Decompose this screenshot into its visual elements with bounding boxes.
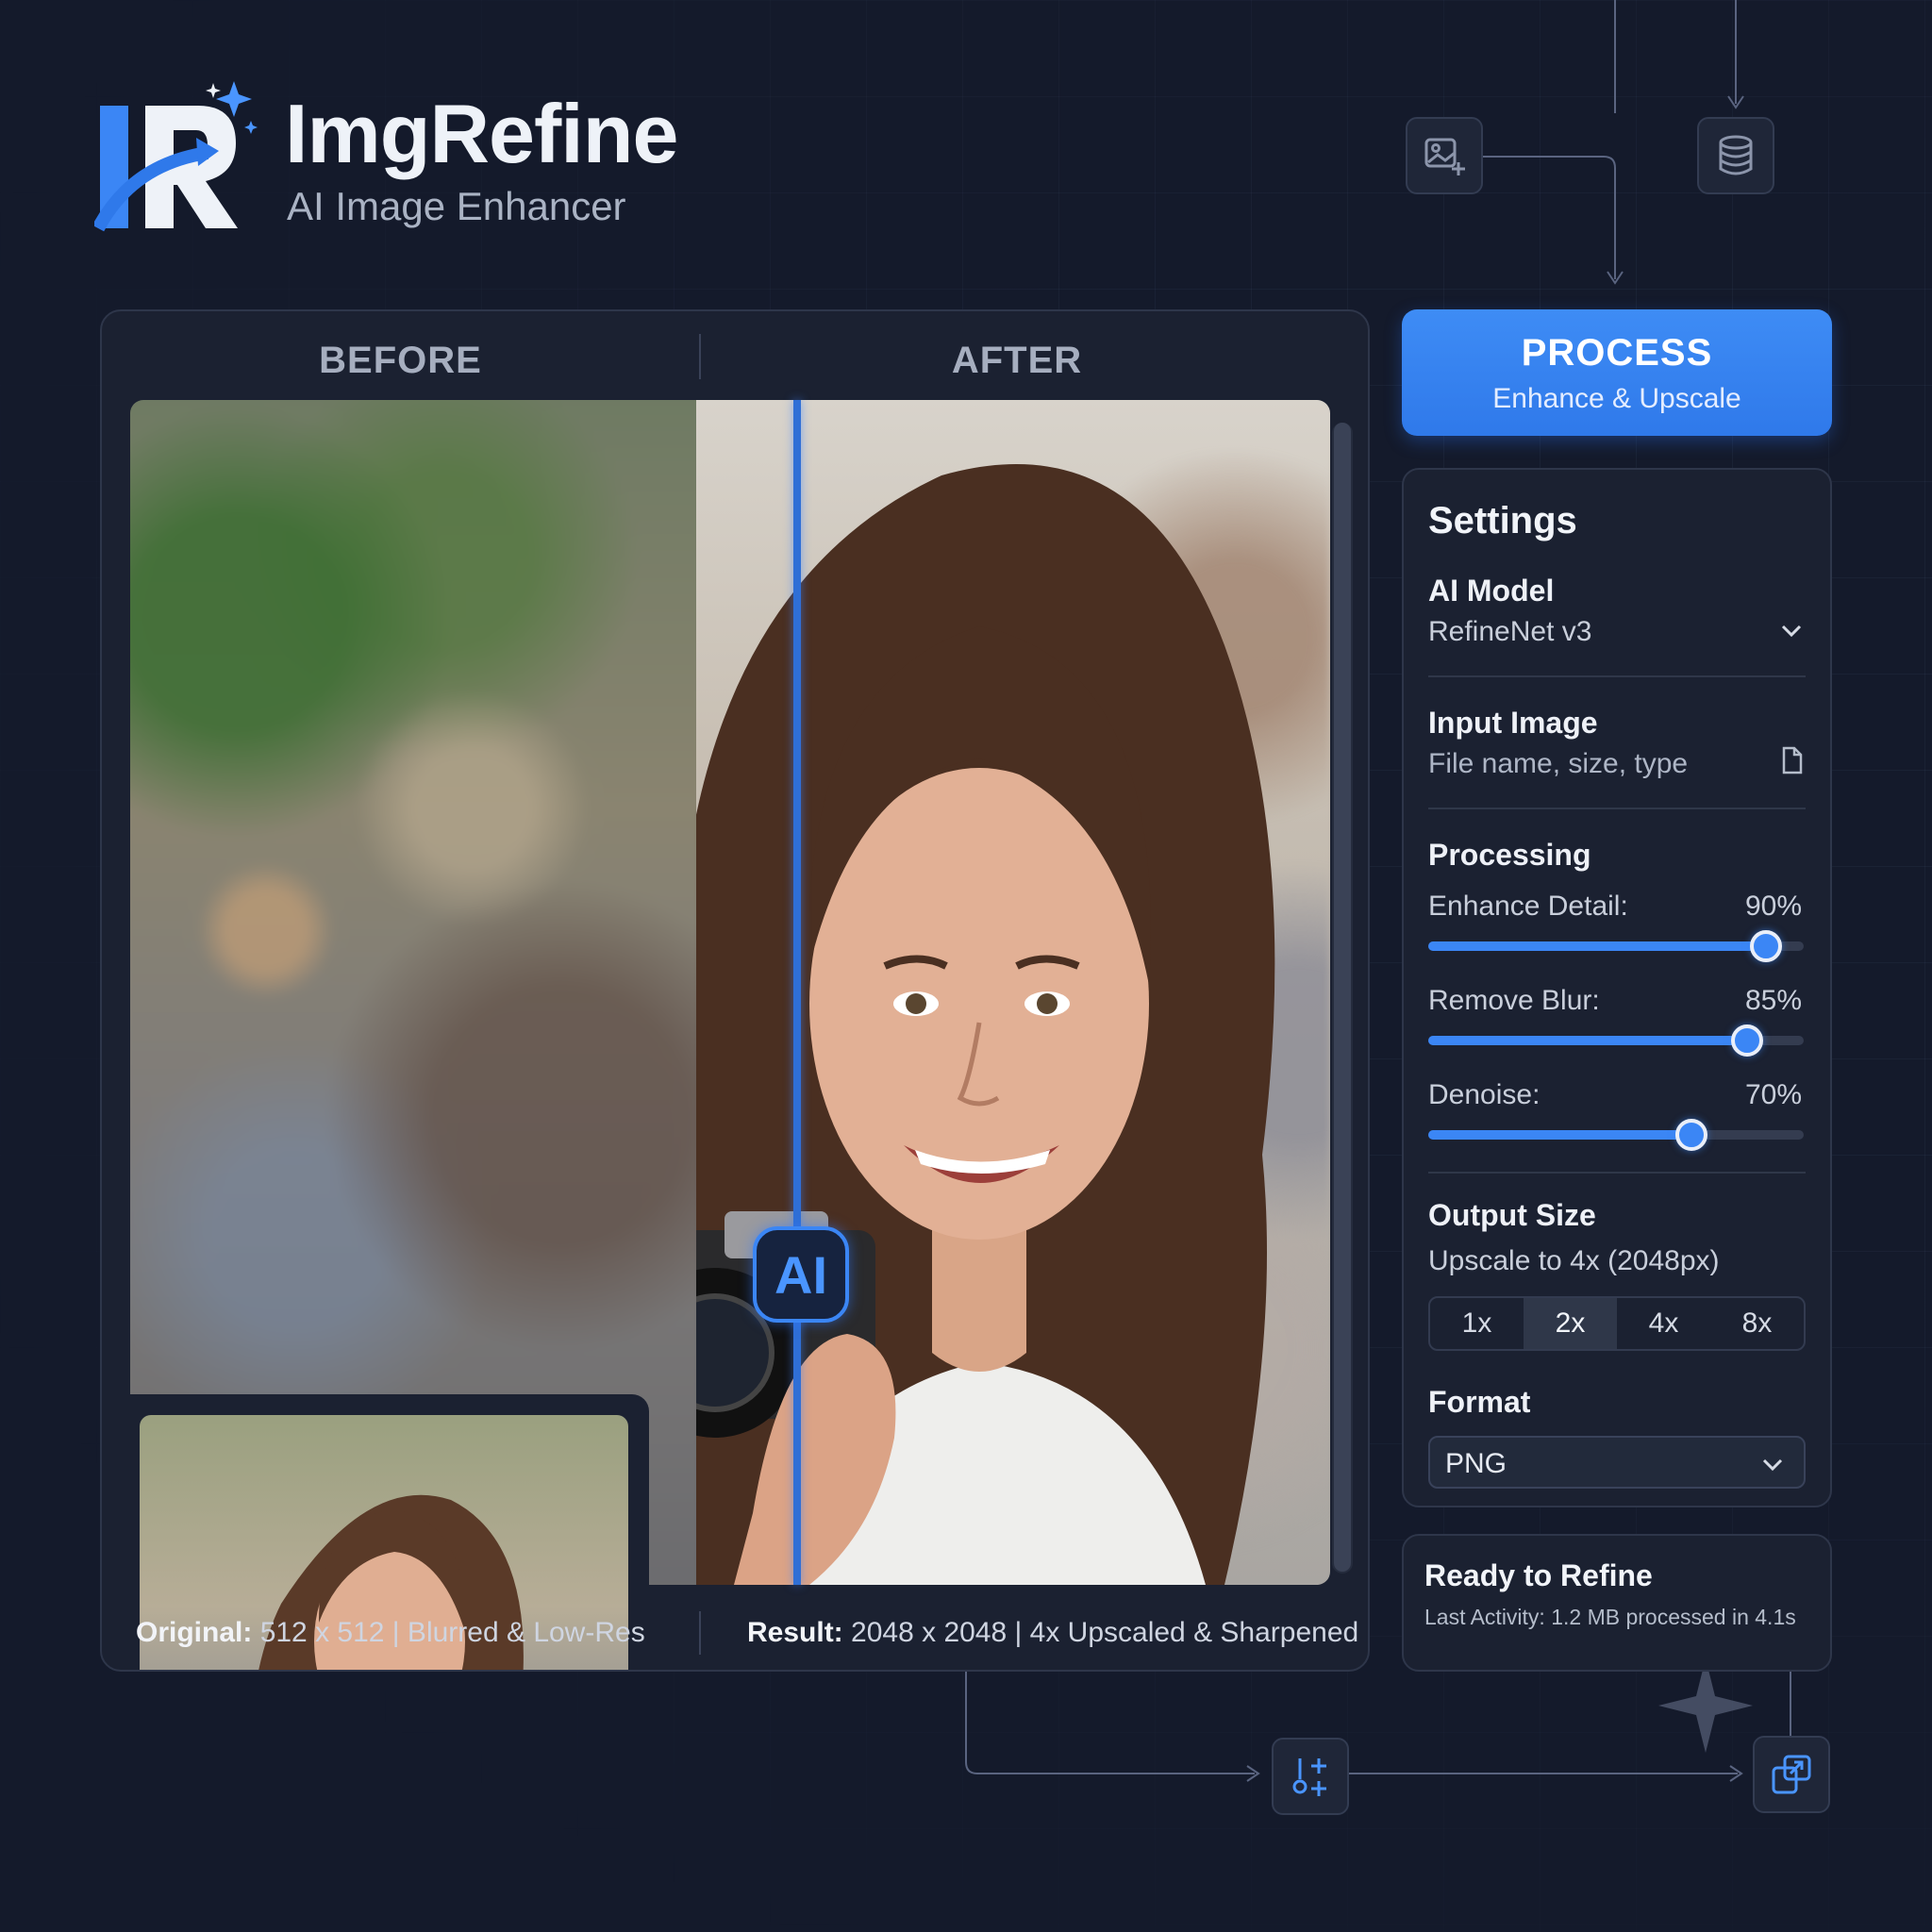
original-caption-text: 512 x 512 | Blurred & Low-Res bbox=[259, 1617, 645, 1648]
enhance-detail-slider[interactable] bbox=[1428, 930, 1804, 962]
process-button[interactable]: PROCESS Enhance & Upscale bbox=[1402, 309, 1832, 436]
export-icon bbox=[1772, 1755, 1811, 1794]
input-image-label: Input Image bbox=[1428, 706, 1598, 740]
adjust-icon bbox=[1292, 1758, 1326, 1796]
ai-model-select[interactable]: RefineNet v3 bbox=[1428, 613, 1806, 651]
app-subtitle: AI Image Enhancer bbox=[287, 184, 626, 228]
slider-fill bbox=[1428, 941, 1766, 951]
adjust-node[interactable] bbox=[1272, 1738, 1349, 1815]
result-caption-text: 2048 x 2048 | 4x Upscaled & Sharpened bbox=[851, 1617, 1359, 1648]
scale-option-1x[interactable]: 1x bbox=[1430, 1298, 1524, 1349]
result-caption: Result: 2048 x 2048 | 4x Upscaled & Shar… bbox=[747, 1619, 1358, 1647]
status-title: Ready to Refine bbox=[1424, 1558, 1653, 1592]
denoise-slider[interactable] bbox=[1428, 1119, 1804, 1151]
after-label: AFTER bbox=[951, 340, 1083, 381]
processing-label: Processing bbox=[1428, 838, 1591, 872]
remove-blur-slider[interactable] bbox=[1428, 1024, 1804, 1057]
denoise-value: 70% bbox=[1744, 1079, 1802, 1110]
scale-selector: 1x 2x 4x 8x bbox=[1428, 1296, 1806, 1351]
enhance-detail-value: 90% bbox=[1744, 891, 1802, 922]
export-node[interactable] bbox=[1753, 1736, 1830, 1813]
ai-model-value: RefineNet v3 bbox=[1428, 616, 1592, 647]
compare-panel: BEFORE AFTER AI Original: 512 x 512 | Bl… bbox=[100, 309, 1370, 1672]
sparkle-icon bbox=[1658, 1658, 1753, 1753]
after-image bbox=[696, 400, 1330, 1585]
slider-fill bbox=[1428, 1130, 1691, 1140]
database-icon bbox=[1719, 135, 1753, 175]
compare-divider-handle[interactable] bbox=[793, 400, 801, 1585]
slider-handle[interactable] bbox=[1731, 1024, 1763, 1057]
before-label: BEFORE bbox=[319, 340, 482, 381]
scrollbar-thumb[interactable] bbox=[1334, 423, 1351, 1572]
divider bbox=[1428, 1172, 1806, 1174]
divider bbox=[1428, 675, 1806, 677]
chevron-down-icon bbox=[1762, 1458, 1783, 1472]
slider-fill bbox=[1428, 1036, 1747, 1045]
portrait-illustration bbox=[696, 464, 1275, 1585]
scale-option-2x[interactable]: 2x bbox=[1524, 1298, 1617, 1349]
process-button-sublabel: Enhance & Upscale bbox=[1492, 383, 1741, 414]
image-add-node[interactable] bbox=[1406, 117, 1483, 194]
format-value: PNG bbox=[1445, 1448, 1507, 1479]
scale-option-4x[interactable]: 4x bbox=[1617, 1298, 1710, 1349]
input-image-field[interactable]: File name, size, type bbox=[1428, 745, 1806, 783]
divider bbox=[1428, 808, 1806, 809]
remove-blur-value: 85% bbox=[1744, 985, 1802, 1016]
status-detail: Last Activity: 1.2 MB processed in 4.1s bbox=[1424, 1605, 1796, 1629]
input-image-value: File name, size, type bbox=[1428, 748, 1689, 779]
result-caption-label: Result: bbox=[747, 1617, 843, 1648]
format-label: Format bbox=[1428, 1385, 1531, 1419]
ai-badge[interactable]: AI bbox=[753, 1226, 849, 1323]
original-caption: Original: 512 x 512 | Blurred & Low-Res bbox=[136, 1619, 645, 1647]
process-button-label: PROCESS bbox=[1521, 332, 1713, 374]
slider-handle[interactable] bbox=[1750, 930, 1782, 962]
status-card: Ready to Refine Last Activity: 1.2 MB pr… bbox=[1402, 1534, 1832, 1672]
file-icon bbox=[1782, 746, 1803, 774]
database-node[interactable] bbox=[1697, 117, 1774, 194]
scale-option-8x[interactable]: 8x bbox=[1710, 1298, 1804, 1349]
slider-handle[interactable] bbox=[1675, 1119, 1707, 1151]
app-title: ImgRefine bbox=[285, 87, 678, 180]
caption-divider bbox=[699, 1611, 701, 1655]
logo-icon bbox=[94, 81, 258, 232]
output-size-label: Output Size bbox=[1428, 1198, 1596, 1232]
format-select[interactable]: PNG bbox=[1428, 1436, 1806, 1489]
output-size-value: Upscale to 4x (2048px) bbox=[1428, 1245, 1720, 1276]
settings-title: Settings bbox=[1428, 500, 1577, 541]
chevron-down-icon bbox=[1781, 625, 1802, 638]
remove-blur-label: Remove Blur: bbox=[1428, 985, 1600, 1016]
image-add-icon bbox=[1424, 138, 1465, 175]
denoise-label: Denoise: bbox=[1428, 1079, 1541, 1110]
ai-model-label: AI Model bbox=[1428, 574, 1555, 608]
settings-panel: Settings AI Model RefineNet v3 Input Ima… bbox=[1402, 468, 1832, 1507]
original-caption-label: Original: bbox=[136, 1617, 253, 1648]
enhance-detail-label: Enhance Detail: bbox=[1428, 891, 1628, 922]
